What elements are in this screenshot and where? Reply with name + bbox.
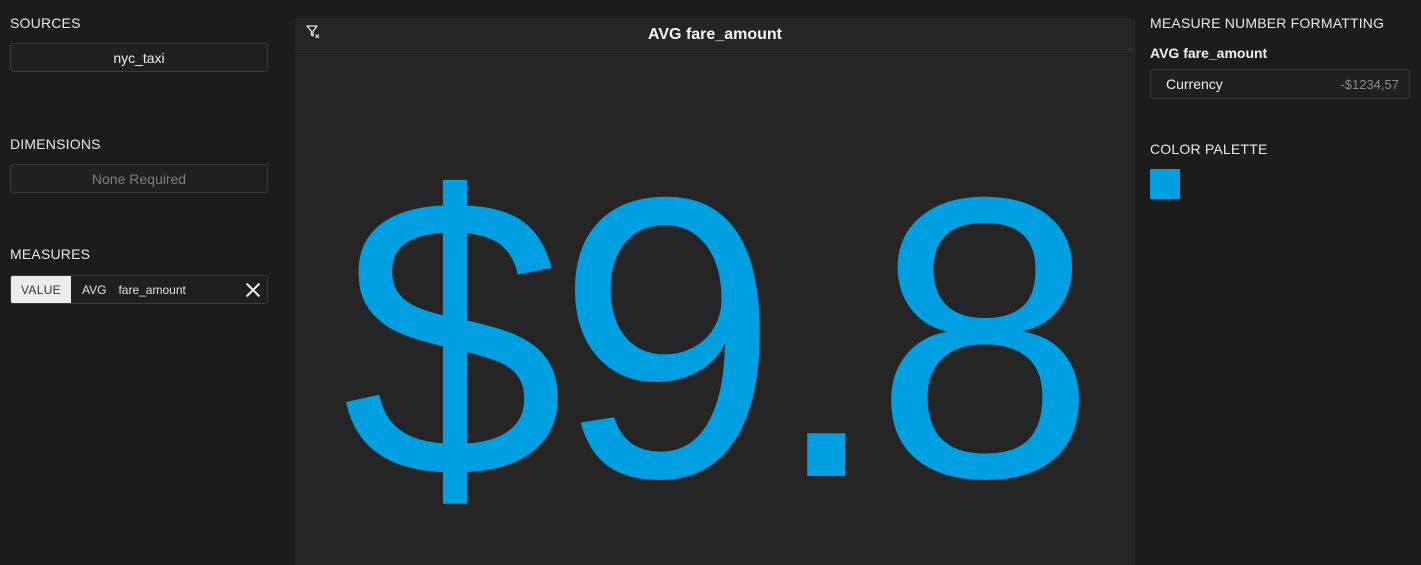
chart-header: AVG fare_amount [295,18,1135,50]
kpi-value: $9.8 [341,114,1097,561]
app-root: SOURCES nyc_taxi DIMENSIONS None Require… [0,0,1421,565]
color-swatch[interactable] [1150,169,1180,199]
color-palette-title: COLOR PALETTE [1150,141,1268,157]
left-panel: SOURCES nyc_taxi DIMENSIONS None Require… [0,0,295,565]
chart-panel: AVG fare_amount $9.8 [295,18,1135,565]
dimensions-dropzone[interactable]: None Required [10,164,268,193]
number-format-example: -$1234,57 [1340,76,1399,92]
measure-field: fare_amount [118,282,186,297]
dimensions-title: DIMENSIONS [10,136,101,152]
measures-title: MEASURES [10,246,91,262]
measure-item[interactable]: VALUE AVG fare_amount [10,275,268,304]
remove-measure-icon[interactable] [245,282,261,298]
formatting-measure-name: AVG fare_amount [1150,45,1268,61]
number-format-select[interactable]: Currency -$1234,57 [1150,69,1410,99]
right-panel: MEASURE NUMBER FORMATTING AVG fare_amoun… [1135,0,1421,565]
measure-role-chip[interactable]: VALUE [11,276,71,303]
source-selector[interactable]: nyc_taxi [10,43,268,72]
sources-title: SOURCES [10,15,81,31]
number-format-name: Currency [1166,76,1223,92]
chart-title: AVG fare_amount [648,26,782,43]
measure-aggregation[interactable]: AVG [82,283,106,297]
formatting-title: MEASURE NUMBER FORMATTING [1150,15,1385,31]
